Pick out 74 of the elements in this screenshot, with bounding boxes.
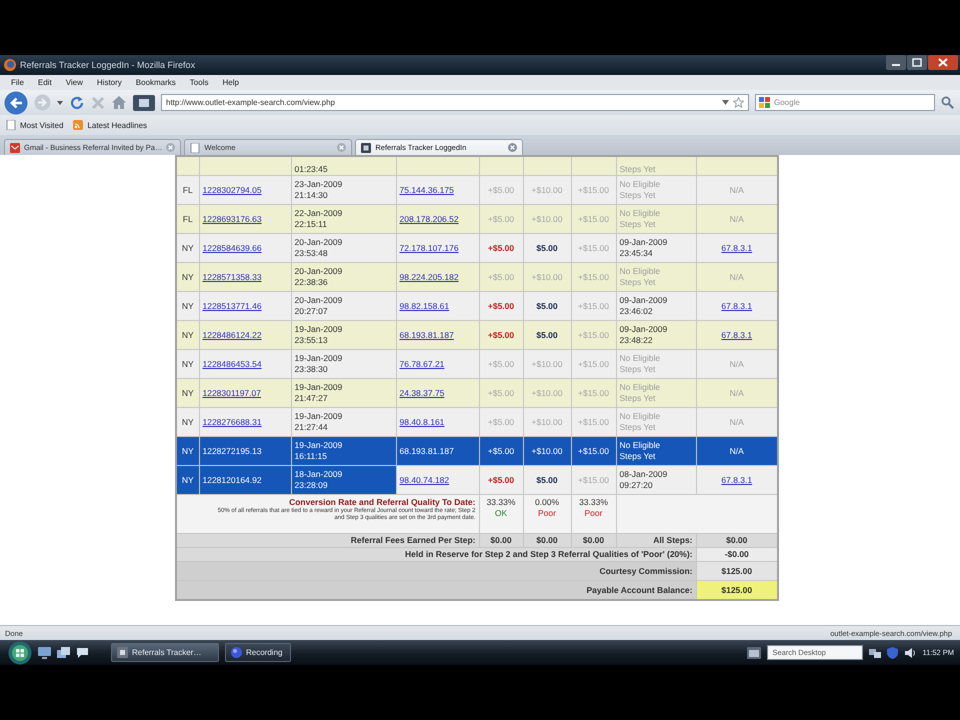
- start-orb-icon[interactable]: [8, 640, 32, 664]
- menu-item[interactable]: Tools: [182, 78, 216, 87]
- table-cell: 0.00% Poor: [523, 494, 571, 534]
- sphere-icon: [231, 647, 242, 658]
- menu-item[interactable]: File: [4, 78, 31, 87]
- dropdown-icon[interactable]: [722, 100, 729, 105]
- mail-icon: [10, 142, 20, 152]
- page-icon: [6, 120, 16, 130]
- star-icon[interactable]: [733, 97, 744, 108]
- table-cell: 18-Jan-2009 23:28:09: [291, 466, 396, 494]
- table-cell: $0.00: [523, 534, 571, 548]
- table-cell: $125.00: [696, 580, 778, 600]
- shield-icon[interactable]: [887, 646, 898, 658]
- bookmark-item[interactable]: Most Visited: [6, 120, 64, 130]
- windows-icon[interactable]: [57, 646, 70, 658]
- maximize-icon[interactable]: [907, 55, 927, 70]
- back-icon[interactable]: [4, 90, 28, 114]
- table-cell: N/A: [696, 436, 778, 466]
- page-icon: [190, 142, 200, 152]
- address-field[interactable]: http://www.outlet-example-search.com/view.php: [161, 94, 749, 111]
- desktop-icon[interactable]: [38, 646, 51, 658]
- table-cell: 19-Jan-2009 16:11:15: [291, 436, 396, 466]
- detail-link[interactable]: 67.8.3.1: [721, 474, 752, 484]
- table-cell: Referral Fees Earned Per Step:: [176, 534, 479, 548]
- bookmark-item[interactable]: Latest Headlines: [73, 120, 148, 130]
- four-squares-icon[interactable]: [759, 97, 770, 108]
- table-cell: All Steps:: [616, 534, 696, 548]
- table-cell: $0.00: [571, 534, 616, 548]
- table-cell: No Eligible Steps Yet: [616, 436, 696, 466]
- ip-link[interactable]: 98.40.8.161: [400, 416, 444, 426]
- menu-item[interactable]: Bookmarks: [128, 78, 183, 87]
- menu-item[interactable]: Help: [215, 78, 246, 87]
- detail-link[interactable]: 67.8.3.1: [721, 330, 752, 340]
- minimize-icon[interactable]: [886, 55, 906, 70]
- table-cell: +$15.00: [571, 436, 616, 466]
- conversion-label: Conversion Rate and Referral Quality To Date:: [288, 497, 476, 508]
- detail-link[interactable]: 67.8.3.1: [721, 300, 752, 310]
- table-cell: Courtesy Commission:: [176, 562, 696, 580]
- search-icon[interactable]: [941, 96, 954, 109]
- table-cell: NY: [176, 466, 199, 494]
- menu-item[interactable]: History: [90, 78, 129, 87]
- table-cell: Held in Reserve for Step 2 and Step 3 Referral Qualities of 'Poor' (20%):: [176, 548, 696, 562]
- reload-icon[interactable]: [69, 94, 85, 110]
- two-screens-icon[interactable]: [869, 646, 882, 658]
- menu-item[interactable]: Edit: [30, 78, 59, 87]
- chat-icon[interactable]: [76, 646, 89, 658]
- window-title: Referrals Tracker LoggedIn - Mozilla Firefox: [20, 60, 196, 70]
- rss-feed-icon: [73, 120, 84, 130]
- ip-link[interactable]: 76.78.67.21: [400, 358, 444, 368]
- caret-icon[interactable]: [57, 100, 63, 104]
- tile-icon[interactable]: [133, 94, 155, 110]
- table-cell: -$0.00: [696, 548, 778, 562]
- close-icon[interactable]: [928, 55, 958, 70]
- table-cell: 33.33% OK: [479, 494, 523, 534]
- table-cell: $125.00: [696, 562, 778, 580]
- table-cell: $0.00: [696, 534, 778, 548]
- ring-icon: [4, 59, 16, 71]
- table-cell: 33.33% Poor: [571, 494, 616, 534]
- volume-icon[interactable]: [904, 646, 916, 658]
- tile-icon: [117, 647, 128, 658]
- menu-item[interactable]: View: [58, 78, 90, 87]
- detail-link[interactable]: 67.8.3.1: [721, 242, 752, 252]
- window-icon[interactable]: [747, 646, 762, 658]
- search-field[interactable]: Google: [755, 94, 935, 111]
- table-cell: $0.00: [479, 534, 523, 548]
- close-icon[interactable]: [508, 143, 518, 152]
- table-cell: NY: [176, 436, 199, 466]
- table-cell: +$10.00: [523, 436, 571, 466]
- taskbar-button[interactable]: Referrals Tracker…: [111, 643, 219, 662]
- tile-icon: [361, 142, 372, 152]
- table-cell: Payable Account Balance:: [176, 580, 696, 600]
- ip-link[interactable]: 24.38.37.75: [400, 388, 444, 398]
- taskbar-button[interactable]: Recording: [225, 643, 292, 662]
- table-cell: +$5.00: [479, 436, 523, 466]
